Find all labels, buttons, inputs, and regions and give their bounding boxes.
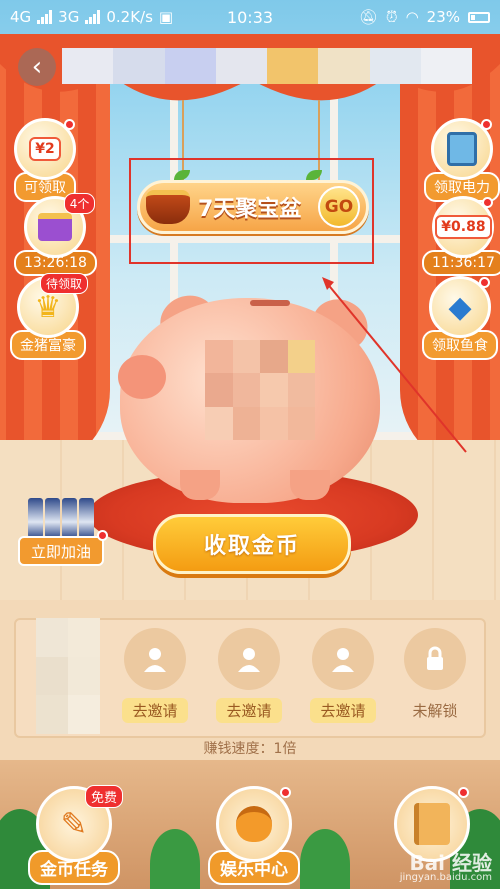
treasure-bowl-icon [146,190,190,224]
free-badge: 免费 [84,785,123,808]
widget-electricity[interactable]: 领取电力 [424,118,500,202]
signal-icon [85,10,101,24]
notification-dot [482,197,494,208]
invite-button[interactable]: 去邀请 [310,698,376,723]
watermark-sub: jingyan.baidu.com [399,872,492,883]
invite-slot[interactable]: 去邀请 [110,628,200,723]
crown-icon: ♛ 待领取 [17,273,88,338]
invite-button[interactable]: 去邀请 [216,698,282,723]
go-button[interactable]: GO [318,186,360,228]
wifi-icon: ◠ [405,8,419,26]
notification-dot [479,277,490,288]
network-label-1: 4G [10,8,32,26]
invite-button[interactable]: 去邀请 [122,698,188,723]
red-envelope-icon: ¥2 [14,118,76,180]
locked-slot: 未解锁 [390,628,480,721]
lock-icon [404,628,466,690]
invite-slot[interactable]: 去邀请 [298,628,388,723]
status-bar: 4G 3G 0.2K/s ▣ 10:33 🔕︎ ⏰︎ ◠ 23% [0,0,500,34]
invite-slot[interactable]: 去邀请 [204,628,294,723]
charging-station-icon [431,118,493,180]
person-icon [124,628,186,690]
watermark: Bai 经验 jingyan.baidu.com [400,853,492,883]
notification-dot [97,530,108,541]
nav-entertainment[interactable]: 娱乐中心 [194,786,314,885]
back-button[interactable]: ‹ [18,48,56,86]
mute-icon: 🔕︎ [358,8,378,26]
notification-dot [64,119,75,130]
battery-icon [468,11,490,23]
image-icon: ▣ [158,8,174,26]
gift-box-icon: 4个 [24,193,96,258]
notification-dot [458,787,469,798]
scroll-icon: ✎ 免费 [36,785,123,862]
user-avatar-blurred [36,618,100,734]
notification-dot [280,787,291,798]
money-bag-icon [216,786,292,862]
treasure-bowl-banner[interactable]: 7天聚宝盆 GO [137,180,369,234]
fuel-cans-icon [28,498,94,538]
widget-fish-food[interactable]: ◆ 领取鱼食 [422,276,498,360]
pig-snout [118,355,166,399]
chevron-left-icon: ‹ [31,52,43,82]
widget-golden-pig[interactable]: ♛ 待领取 金猪富豪 [10,273,88,360]
red-envelope-icon: ¥0.88 [432,196,495,258]
signal-icon [37,10,53,24]
network-label-2: 3G [58,8,80,26]
person-icon [218,628,280,690]
fish-icon: ◆ [429,276,491,338]
person-icon [312,628,374,690]
pending-badge: 待领取 [39,273,88,294]
network-speed: 0.2K/s [106,8,153,26]
banner-text: 7天聚宝盆 [198,197,302,222]
widget-claimable[interactable]: ¥2 可领取 [14,118,76,202]
coin-slot [250,300,290,306]
earning-speed-text: 赚钱速度：1倍 [203,741,297,757]
nav-coin-tasks[interactable]: ✎ 免费 金币任务 [14,785,134,885]
money-tag: ¥0.88 [435,215,492,239]
pig-pixelated-area [205,340,315,440]
notification-dot [481,119,492,130]
money-tag: ¥2 [29,137,61,161]
refuel-button[interactable]: 立即加油 [18,536,104,566]
refuel-widget[interactable]: 立即加油 [18,498,108,570]
page-title-blurred [62,48,472,84]
widget-cash-timer[interactable]: ¥0.88 11:36:17 [422,196,500,276]
collect-coins-button[interactable]: 收取金币 [153,514,351,574]
count-badge: 4个 [63,193,96,214]
battery-level: 23% [426,8,460,26]
pig-leg [290,470,330,500]
plant-decoration [150,829,200,889]
widget-gift-timer[interactable]: 4个 13:26:18 [14,193,97,276]
locked-label: 未解锁 [412,702,458,720]
alarm-icon: ⏰︎ [385,8,398,26]
pig-leg [180,470,220,500]
